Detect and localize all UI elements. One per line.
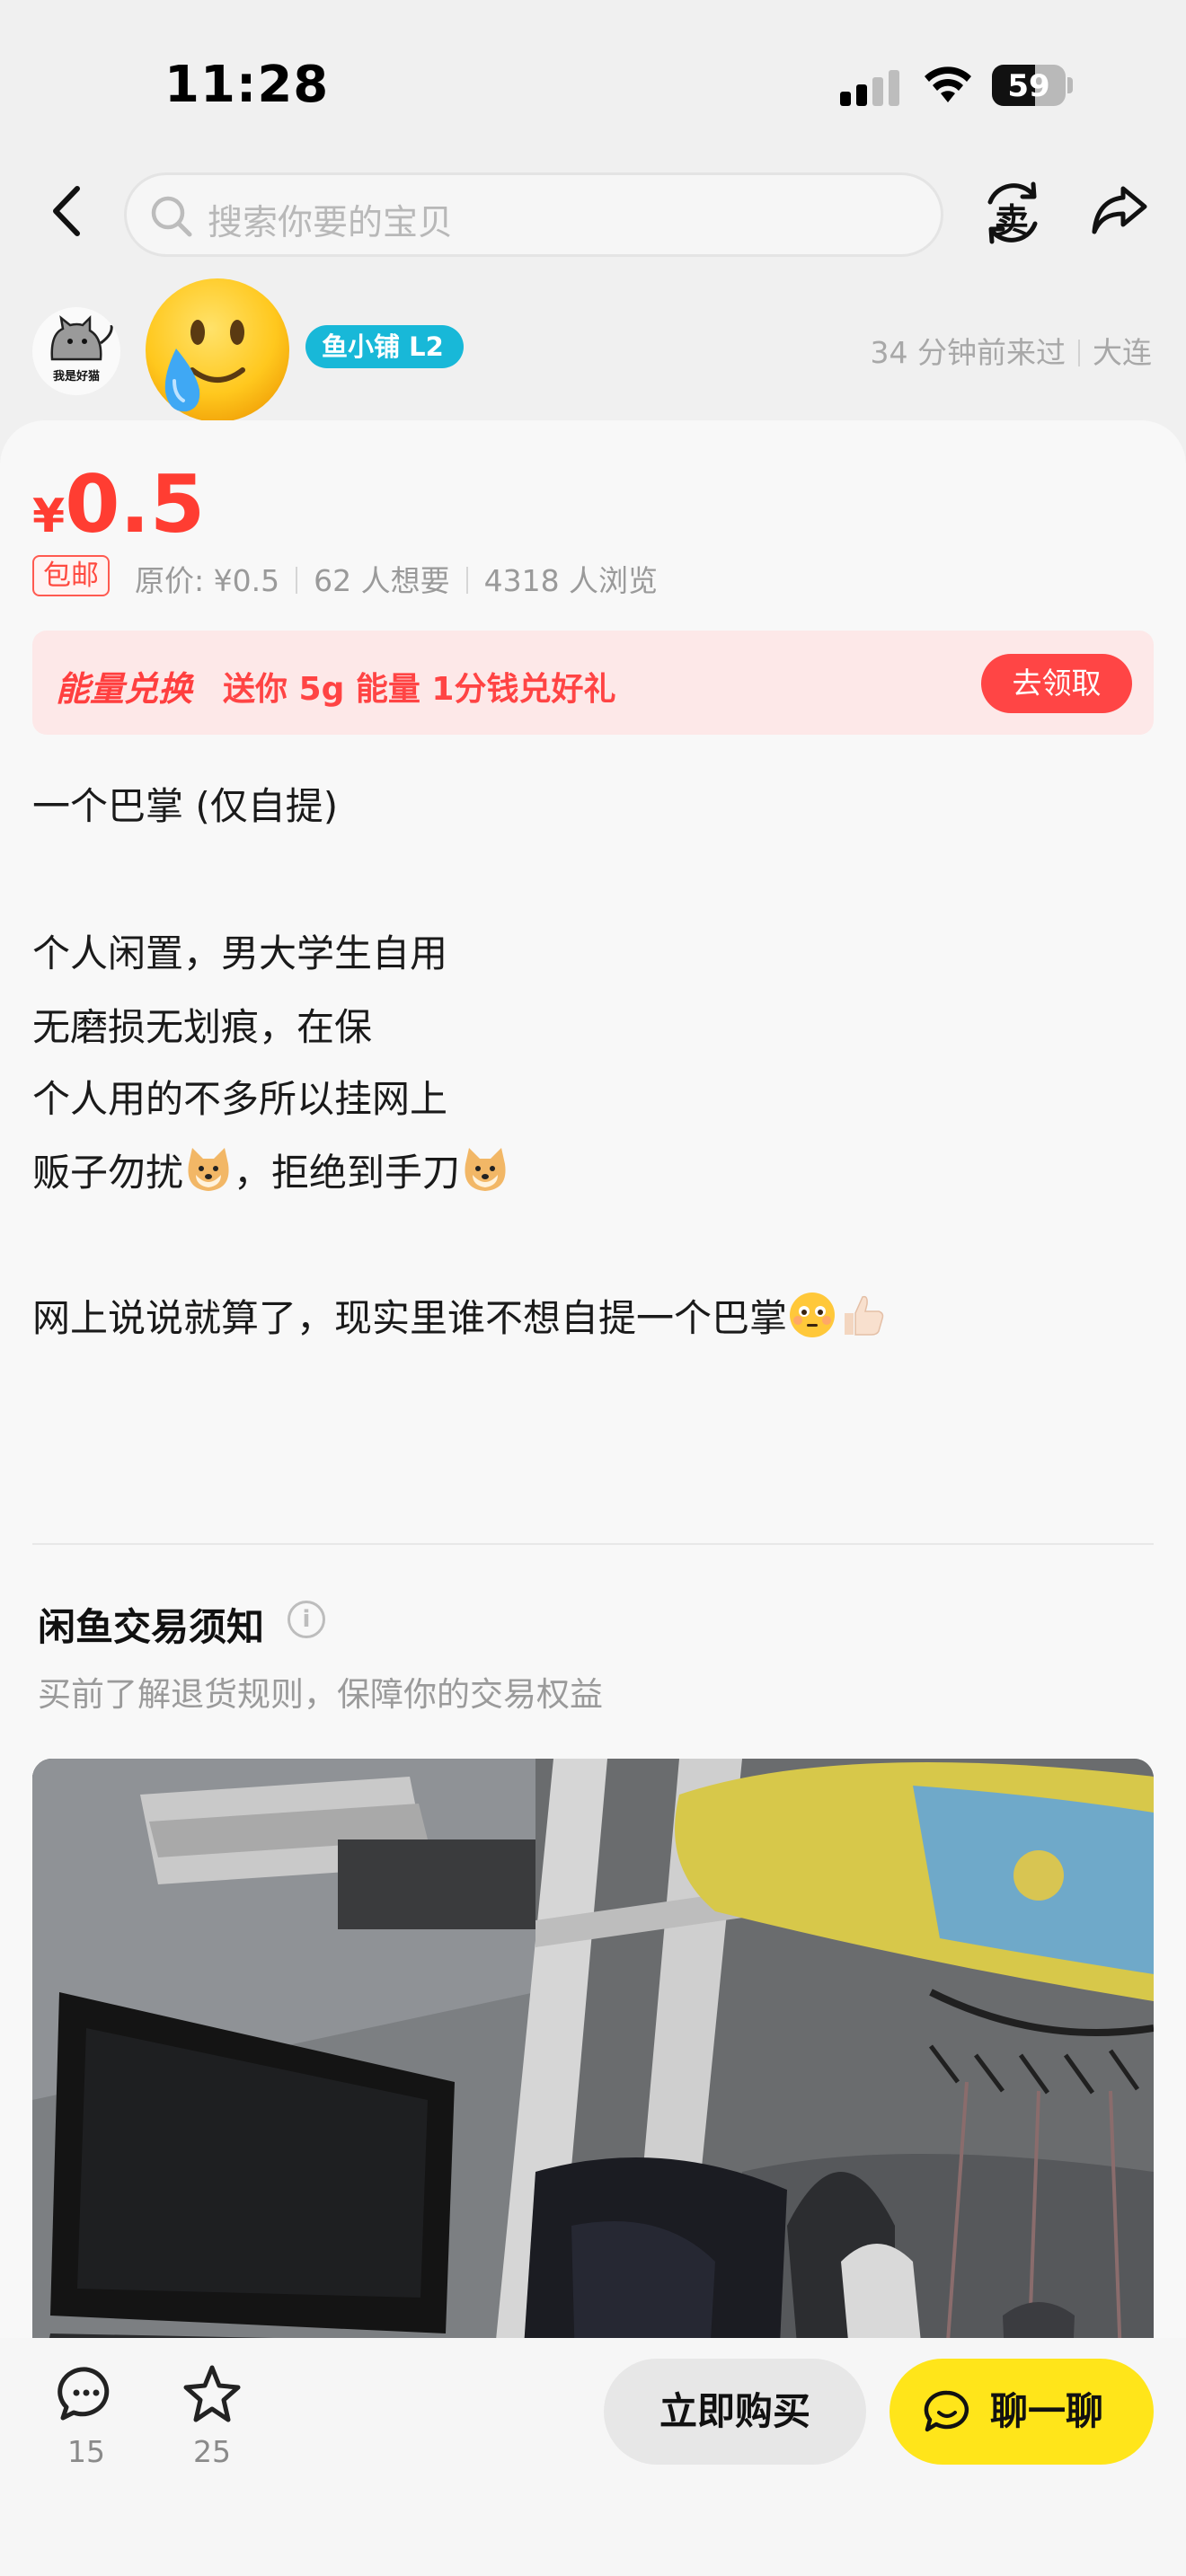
search-input[interactable]: 搜索你要的宝贝 [124, 172, 943, 257]
sell-button[interactable]: 卖 [979, 175, 1046, 251]
desc-line-6-text: 网上说说就算了，现实里谁不想自提一个巴掌 [32, 1296, 788, 1340]
wants-count: 62 人想要 [314, 563, 450, 598]
chat-button[interactable]: 聊一聊 [890, 2359, 1154, 2465]
chat-label: 聊一聊 [990, 2389, 1104, 2433]
shop-level-badge[interactable]: 鱼小铺 L2 [305, 325, 464, 368]
desc-line-1: 一个巴掌 (仅自提) [32, 784, 339, 828]
views-count: 4318 人浏览 [483, 563, 659, 598]
back-arrow-icon[interactable] [43, 180, 92, 243]
original-price: 原价: ¥0.5 [135, 563, 280, 598]
claim-button[interactable]: 去领取 [981, 654, 1132, 713]
promo-title: 能量兑换 [56, 669, 193, 709]
item-price: ¥0.5 [32, 458, 205, 551]
wifi-icon [925, 66, 971, 102]
flushed-emoji-icon [790, 1292, 836, 1337]
free-shipping-tag: 包邮 [32, 555, 110, 596]
last-seen-text: 34 分钟前来过 [870, 335, 1066, 370]
share-icon[interactable] [1087, 178, 1152, 243]
doge-emoji-icon [188, 1148, 229, 1191]
doge-emoji-icon [465, 1148, 506, 1191]
desc-line-5a: 贩子勿扰 [32, 1151, 184, 1195]
seller-activity: 34 分钟前来过 大连 [871, 329, 1152, 372]
desc-line-6: 网上说说就算了，现实里谁不想自提一个巴掌 [32, 1288, 888, 1343]
buy-now-button[interactable]: 立即购买 [604, 2359, 866, 2465]
search-icon [151, 196, 192, 237]
tear-smile-emoji-icon [146, 278, 289, 422]
favorite-button[interactable]: 25 [178, 2360, 246, 2477]
cellular-signal-icon [840, 70, 901, 106]
desc-line-4: 个人用的不多所以挂网上 [32, 1077, 448, 1121]
search-placeholder: 搜索你要的宝贝 [208, 203, 454, 243]
trade-notice-title[interactable]: 闲鱼交易须知 [38, 1597, 264, 1652]
cat-avatar-icon [50, 314, 113, 361]
comment-bubble-icon [58, 2367, 110, 2421]
price-currency: ¥ [32, 490, 66, 543]
star-icon [183, 2365, 241, 2422]
trade-notice-subtitle: 买前了解退货规则，保障你的交易权益 [38, 1675, 603, 1714]
section-divider [32, 1543, 1154, 1545]
chat-bubble-icon [924, 2390, 969, 2432]
desc-line-2: 个人闲置，男大学生自用 [32, 931, 448, 975]
energy-promo-banner[interactable]: 能量兑换 送你 5g 能量 1分钱兑好礼 去领取 [32, 631, 1154, 735]
status-time: 11:28 [164, 56, 330, 114]
battery-icon: 59 [992, 65, 1073, 106]
info-icon[interactable]: i [288, 1601, 325, 1638]
promo-text: 送你 5g 能量 1分钱兑好礼 [223, 671, 616, 708]
status-bar: 11:28 59 [0, 0, 1186, 171]
item-stats: 原价: ¥0.5 62 人想要 4318 人浏览 [135, 557, 658, 600]
avatar-caption: 我是好猫 [52, 370, 100, 384]
comment-button[interactable]: 15 [52, 2360, 120, 2477]
desc-line-5: 贩子勿扰 ，拒绝到手刀 [32, 1142, 510, 1197]
battery-percent: 59 [1007, 68, 1050, 104]
price-value: 0.5 [65, 458, 206, 551]
comment-count: 15 [67, 2434, 105, 2469]
desc-line-5b: ，拒绝到手刀 [234, 1151, 461, 1195]
thumbs-up-emoji-icon [845, 1295, 884, 1336]
seller-avatar[interactable]: 我是好猫 [32, 307, 120, 395]
desc-line-3: 无磨损无划痕，在保 [32, 1005, 373, 1049]
favorite-count: 25 [193, 2434, 231, 2469]
sell-label: 卖 [995, 201, 1030, 241]
seller-location: 大连 [1093, 335, 1152, 370]
